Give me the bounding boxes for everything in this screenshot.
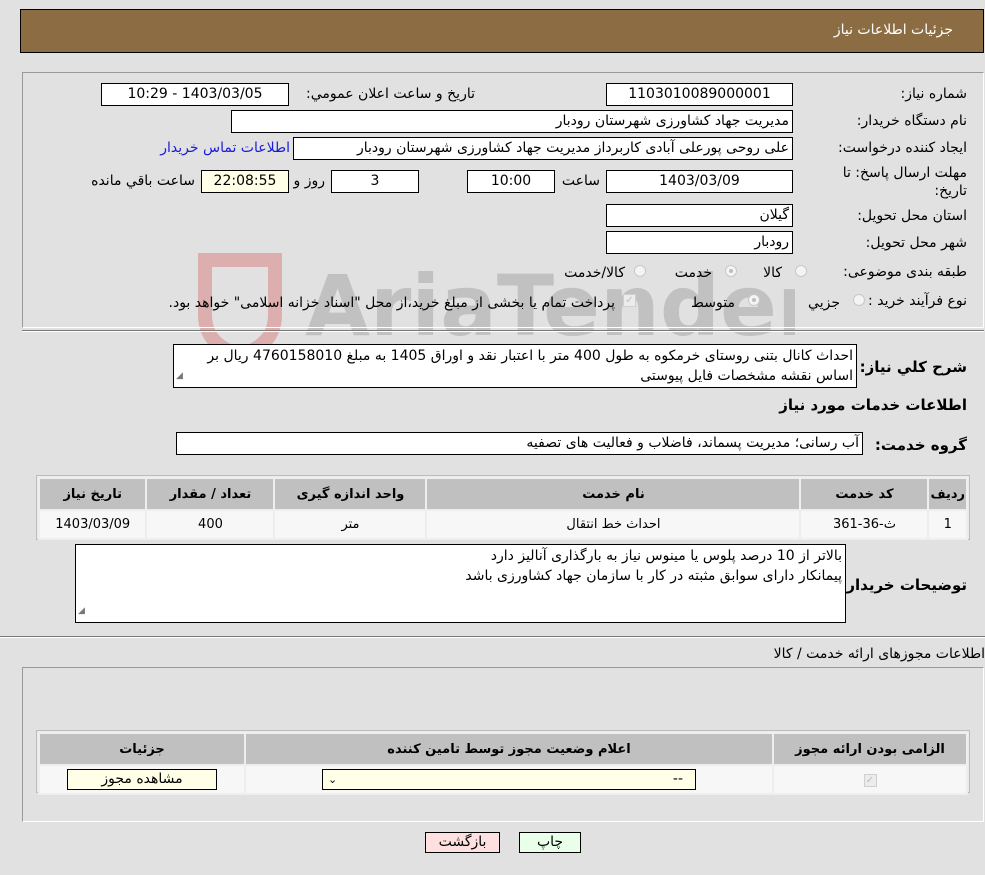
need-number-field: 1103010089000001 bbox=[606, 83, 793, 106]
table-row: ✓ -- ⌄ مشاهده مجوز bbox=[38, 764, 968, 795]
view-permit-button[interactable]: مشاهده مجوز bbox=[67, 769, 217, 790]
treasury-text: پرداخت تمام یا بخشی از مبلغ خرید،از محل … bbox=[168, 295, 615, 311]
permit-required-checkbox[interactable]: ✓ bbox=[863, 774, 877, 787]
col-service-code: کد خدمت bbox=[799, 477, 930, 511]
col-permit-required: الزامی بودن ارائه مجوز bbox=[772, 732, 968, 766]
deadline-label: مهلت ارسال پاسخ: تا bbox=[842, 165, 967, 181]
cell-permit-status: -- ⌄ bbox=[244, 764, 774, 795]
deadline-time-label: ساعت bbox=[561, 173, 600, 189]
col-need-date: تاریخ نیاز bbox=[37, 477, 148, 511]
cell-row-number: 1 bbox=[927, 509, 968, 540]
chevron-down-icon: ⌄ bbox=[328, 773, 338, 786]
remaining-time-field: 22:08:55 bbox=[201, 170, 289, 193]
divider bbox=[22, 330, 984, 332]
col-unit: واحد اندازه گیری bbox=[273, 477, 428, 511]
services-table-header: ردیف کد خدمت نام خدمت واحد اندازه گیری ت… bbox=[37, 477, 968, 511]
col-row-number: ردیف bbox=[927, 477, 968, 511]
category-goods-label: کالا bbox=[763, 265, 782, 281]
process-label: نوع فرآیند خرید : bbox=[868, 293, 967, 309]
permits-table: الزامی بودن ارائه مجوز اعلام وضعیت مجوز … bbox=[38, 732, 968, 795]
permit-status-select[interactable]: -- ⌄ bbox=[322, 769, 696, 790]
buyer-notes-line-2: پیمانکار دارای سوابق مثبته در کار با ساز… bbox=[465, 568, 842, 584]
description-textarea[interactable]: احداث کانال بتنی روستای خرمکوه به طول 40… bbox=[173, 344, 857, 388]
col-permit-details: جزئیات bbox=[38, 732, 246, 766]
category-goods-service-radio[interactable] bbox=[634, 265, 646, 277]
col-quantity: تعداد / مقدار bbox=[145, 477, 276, 511]
deadline-date-field: 1403/03/09 bbox=[606, 170, 793, 193]
days-label: روز و bbox=[293, 173, 326, 189]
table-row: 1 ث-36-361 احداث خط انتقال متر 400 1403/… bbox=[37, 509, 968, 540]
process-minor-radio[interactable] bbox=[853, 294, 865, 306]
remaining-days-field: 3 bbox=[331, 170, 419, 193]
col-service-name: نام خدمت bbox=[425, 477, 802, 511]
cell-service-name: احداث خط انتقال bbox=[425, 509, 802, 540]
buyer-notes-line-1: بالاتر از 10 درصد پلوس یا مینوس نیاز به … bbox=[490, 548, 842, 564]
province-label: استان محل تحویل: bbox=[857, 208, 967, 224]
category-service-label: خدمت bbox=[674, 265, 712, 281]
permits-section-title: اطلاعات مجوزهای ارائه خدمت / کالا bbox=[773, 646, 985, 662]
cell-permit-details: مشاهده مجوز bbox=[38, 764, 246, 795]
cell-quantity: 400 bbox=[145, 509, 276, 540]
services-table: ردیف کد خدمت نام خدمت واحد اندازه گیری ت… bbox=[37, 477, 968, 540]
process-minor-label: جزيي bbox=[808, 295, 840, 311]
creator-field: علی روحی پورعلی آبادی کاربرداز مدیریت جه… bbox=[293, 137, 793, 160]
cell-unit: متر bbox=[273, 509, 428, 540]
back-button[interactable]: بازگشت bbox=[425, 832, 500, 853]
page-title: جزئیات اطلاعات نیاز bbox=[833, 22, 953, 38]
buyer-notes-label: توضیحات خریدار: bbox=[840, 576, 967, 594]
process-medium-label: متوسط bbox=[691, 295, 735, 311]
service-group-field: آب رسانی؛ مدیریت پسماند، فاضلاب و فعالیت… bbox=[176, 432, 863, 455]
page-header: جزئیات اطلاعات نیاز bbox=[20, 9, 984, 53]
cell-permit-required: ✓ bbox=[772, 764, 968, 795]
print-button[interactable]: چاپ bbox=[519, 832, 581, 853]
description-label: شرح کلي نیاز: bbox=[859, 358, 967, 376]
description-text: احداث کانال بتنی روستای خرمکوه به طول 40… bbox=[207, 348, 853, 384]
city-label: شهر محل تحویل: bbox=[865, 235, 967, 251]
col-permit-status: اعلام وضعیت مجوز توسط تامین کننده bbox=[244, 732, 774, 766]
category-goods-radio[interactable] bbox=[795, 265, 807, 277]
resize-grip-icon[interactable]: ◢ bbox=[78, 601, 85, 621]
creator-label: ایجاد کننده درخواست: bbox=[838, 140, 967, 156]
resize-grip-icon[interactable]: ◢ bbox=[176, 366, 183, 386]
remaining-label: ساعت باقي مانده bbox=[91, 173, 195, 189]
divider bbox=[0, 636, 985, 638]
deadline-label-date: تاریخ: bbox=[934, 183, 967, 199]
cell-need-date: 1403/03/09 bbox=[37, 509, 148, 540]
category-label: طبقه بندی موضوعی: bbox=[843, 264, 967, 280]
buyer-org-field: مدیریت جهاد کشاورزی شهرستان رودبار bbox=[231, 110, 793, 133]
city-field: رودبار bbox=[606, 231, 793, 254]
buyer-org-label: نام دستگاه خریدار: bbox=[856, 113, 967, 129]
cell-service-code: ث-36-361 bbox=[799, 509, 930, 540]
treasury-checkbox[interactable]: ✓ bbox=[623, 294, 636, 307]
service-group-label: گروه خدمت: bbox=[874, 436, 967, 454]
process-medium-radio[interactable] bbox=[748, 294, 760, 306]
category-goods-service-label: کالا/خدمت bbox=[564, 265, 625, 281]
services-section-title: اطلاعات خدمات مورد نیاز bbox=[779, 396, 967, 414]
permits-table-header: الزامی بودن ارائه مجوز اعلام وضعیت مجوز … bbox=[38, 732, 968, 766]
buyer-contact-link[interactable]: اطلاعات تماس خریدار bbox=[160, 140, 290, 156]
province-field: گیلان bbox=[606, 204, 793, 227]
permit-status-value: -- bbox=[672, 771, 683, 787]
deadline-time-field: 10:00 bbox=[467, 170, 555, 193]
need-number-label: شماره نیاز: bbox=[900, 86, 968, 102]
announce-label: تاریخ و ساعت اعلان عمومي: bbox=[306, 86, 475, 102]
category-service-radio[interactable] bbox=[725, 265, 737, 277]
announce-datetime-field: 1403/03/05 - 10:29 bbox=[101, 83, 289, 106]
buyer-notes-textarea[interactable]: بالاتر از 10 درصد پلوس یا مینوس نیاز به … bbox=[75, 544, 846, 623]
